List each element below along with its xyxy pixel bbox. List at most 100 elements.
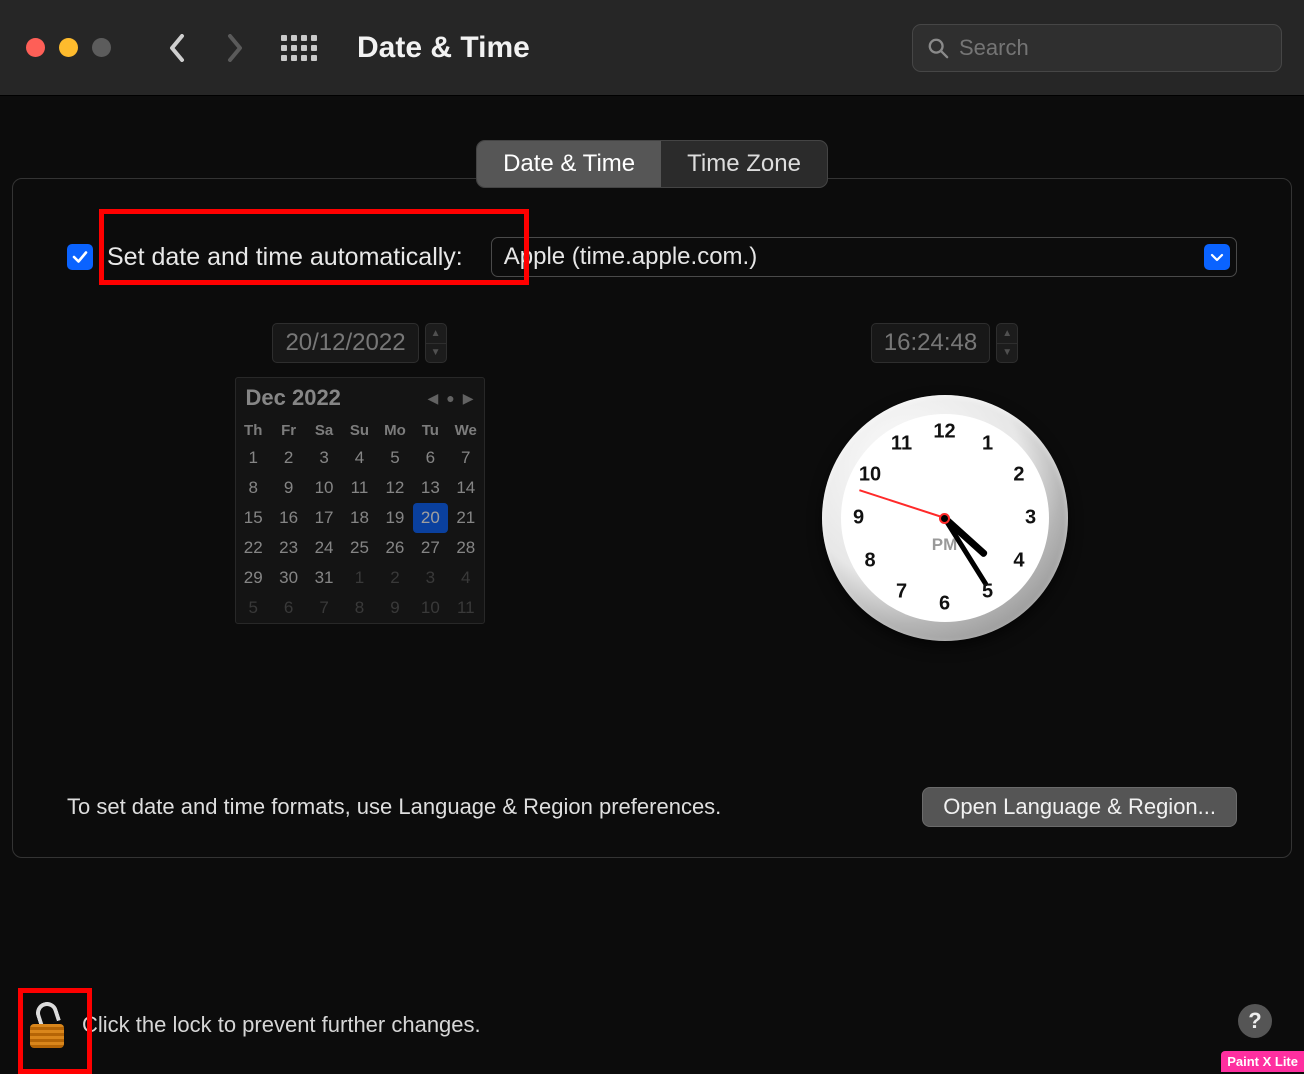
calendar-day[interactable]: 31	[306, 563, 341, 593]
calendar-day[interactable]: 19	[377, 503, 412, 533]
calendar-day: 8	[342, 593, 377, 623]
calendar-day: 6	[271, 593, 306, 623]
tab-date-time[interactable]: Date & Time	[477, 141, 661, 187]
calendar-day[interactable]: 25	[342, 533, 377, 563]
calendar[interactable]: Dec 2022 ◀ ● ▶ ThFrSaSuMoTuWe12345678910…	[235, 377, 485, 624]
calendar-day[interactable]: 29	[236, 563, 271, 593]
calendar-day: 4	[448, 563, 483, 593]
clock-number: 4	[1013, 550, 1024, 573]
second-hand	[859, 489, 945, 519]
calendar-weekday: Tu	[413, 418, 448, 443]
calendar-day[interactable]: 18	[342, 503, 377, 533]
calendar-day[interactable]: 26	[377, 533, 412, 563]
forward-button[interactable]	[215, 28, 255, 68]
clock-number: 11	[891, 432, 912, 455]
calendar-today[interactable]: ●	[446, 390, 454, 406]
calendar-day[interactable]: 22	[236, 533, 271, 563]
close-window-button[interactable]	[26, 38, 45, 57]
clock-number: 1	[982, 432, 993, 455]
clock-number: 12	[933, 421, 955, 444]
calendar-day[interactable]: 16	[271, 503, 306, 533]
calendar-day[interactable]: 4	[342, 443, 377, 473]
time-value: 16:24:48	[871, 323, 990, 363]
auto-set-label: Set date and time automatically:	[107, 243, 463, 272]
calendar-day[interactable]: 28	[448, 533, 483, 563]
calendar-day[interactable]: 27	[413, 533, 448, 563]
time-server-value: Apple (time.apple.com.)	[504, 243, 757, 271]
time-field[interactable]: 16:24:48 ▲ ▼	[871, 323, 1018, 363]
calendar-day[interactable]: 12	[377, 473, 412, 503]
help-button[interactable]: ?	[1238, 1004, 1272, 1038]
calendar-day[interactable]: 21	[448, 503, 483, 533]
calendar-day[interactable]: 30	[271, 563, 306, 593]
back-button[interactable]	[157, 28, 197, 68]
calendar-day[interactable]: 15	[236, 503, 271, 533]
calendar-day[interactable]: 23	[271, 533, 306, 563]
stepper-down-icon[interactable]: ▼	[997, 344, 1017, 363]
calendar-day: 5	[236, 593, 271, 623]
calendar-day[interactable]: 24	[306, 533, 341, 563]
search-field[interactable]	[912, 24, 1282, 72]
lock-hint: Click the lock to prevent further change…	[82, 1012, 481, 1038]
show-all-button[interactable]	[281, 35, 317, 61]
calendar-weekday: Th	[236, 418, 271, 443]
calendar-day[interactable]: 3	[306, 443, 341, 473]
lock-icon[interactable]	[28, 1002, 68, 1048]
calendar-day[interactable]: 5	[377, 443, 412, 473]
formats-hint: To set date and time formats, use Langua…	[67, 794, 902, 820]
date-value: 20/12/2022	[272, 323, 418, 363]
calendar-day[interactable]: 7	[448, 443, 483, 473]
toolbar: Date & Time	[0, 0, 1304, 96]
search-icon	[927, 37, 949, 59]
calendar-day[interactable]: 17	[306, 503, 341, 533]
calendar-weekday: Sa	[306, 418, 341, 443]
clock-number: 5	[982, 581, 993, 604]
tab-time-zone[interactable]: Time Zone	[661, 141, 827, 187]
calendar-day[interactable]: 9	[271, 473, 306, 503]
time-server-select[interactable]: Apple (time.apple.com.)	[491, 237, 1237, 277]
open-language-region-button[interactable]: Open Language & Region...	[922, 787, 1237, 827]
calendar-day: 11	[448, 593, 483, 623]
calendar-day: 9	[377, 593, 412, 623]
calendar-month: Dec 2022	[246, 385, 341, 411]
auto-set-checkbox[interactable]	[67, 244, 93, 270]
search-input[interactable]	[959, 35, 1267, 61]
calendar-prev-month[interactable]: ◀	[427, 390, 438, 407]
minimize-window-button[interactable]	[59, 38, 78, 57]
calendar-day: 3	[413, 563, 448, 593]
calendar-day: 2	[377, 563, 412, 593]
date-stepper[interactable]: ▲ ▼	[425, 323, 447, 363]
calendar-day[interactable]: 11	[342, 473, 377, 503]
clock-number: 7	[896, 581, 907, 604]
clock-number: 8	[864, 550, 875, 573]
clock-number: 6	[939, 593, 950, 616]
calendar-day: 10	[413, 593, 448, 623]
calendar-next-month[interactable]: ▶	[463, 390, 474, 407]
calendar-day[interactable]: 2	[271, 443, 306, 473]
stepper-down-icon[interactable]: ▼	[426, 344, 446, 363]
calendar-weekday: We	[448, 418, 483, 443]
calendar-day: 1	[342, 563, 377, 593]
clock-number: 3	[1025, 507, 1036, 530]
calendar-day: 7	[306, 593, 341, 623]
calendar-day[interactable]: 8	[236, 473, 271, 503]
clock-pivot	[939, 513, 950, 524]
calendar-day[interactable]: 1	[236, 443, 271, 473]
window-controls	[26, 38, 111, 57]
zoom-window-button[interactable]	[92, 38, 111, 57]
dropdown-icon	[1204, 244, 1230, 270]
calendar-day[interactable]: 10	[306, 473, 341, 503]
analog-clock: PM 123456789101112	[822, 395, 1068, 641]
clock-number: 10	[859, 464, 881, 487]
time-stepper[interactable]: ▲ ▼	[996, 323, 1018, 363]
stepper-up-icon[interactable]: ▲	[997, 324, 1017, 344]
calendar-day[interactable]: 13	[413, 473, 448, 503]
calendar-day[interactable]: 20	[413, 503, 448, 533]
calendar-weekday: Mo	[377, 418, 412, 443]
calendar-day[interactable]: 14	[448, 473, 483, 503]
date-field[interactable]: 20/12/2022 ▲ ▼	[272, 323, 446, 363]
clock-number: 9	[853, 507, 864, 530]
tab-bar: Date & Time Time Zone	[476, 140, 828, 188]
stepper-up-icon[interactable]: ▲	[426, 324, 446, 344]
calendar-day[interactable]: 6	[413, 443, 448, 473]
